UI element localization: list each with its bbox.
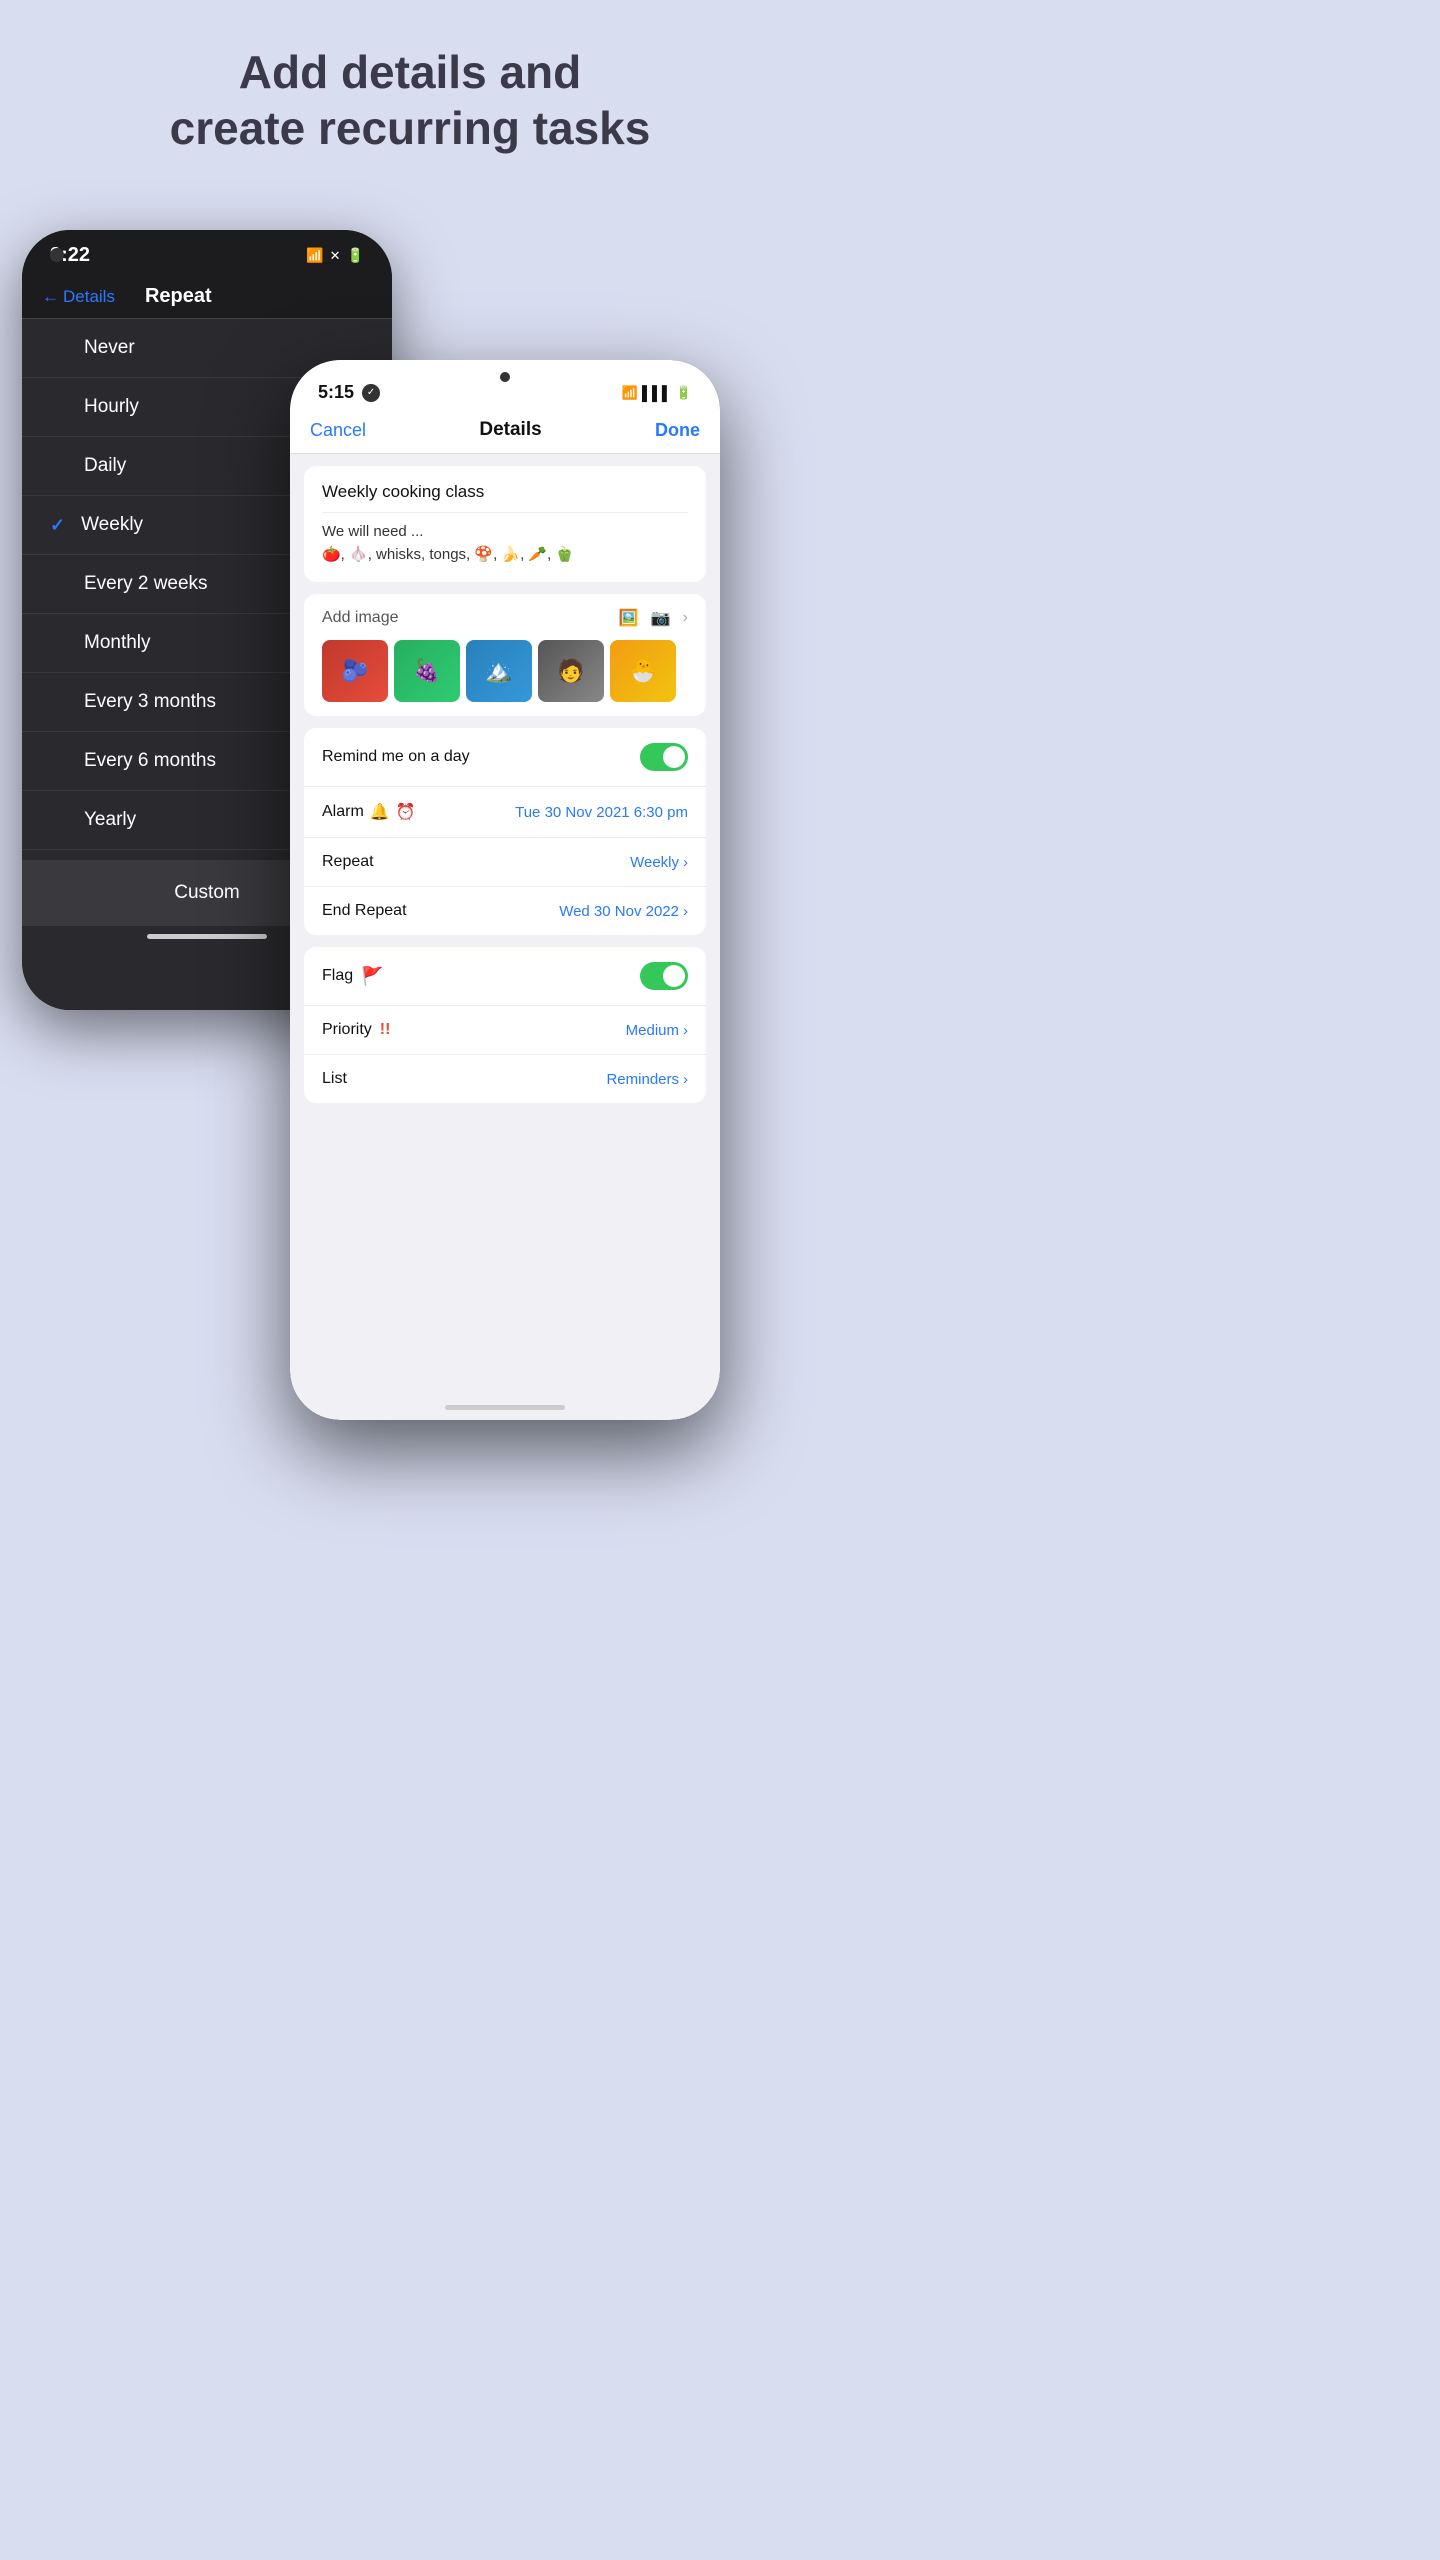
add-image-label: Add image [322,609,399,627]
list-label: List [322,1070,347,1088]
remind-row: Remind me on a day [304,728,706,787]
list-value: Reminders › [606,1071,688,1088]
front-phone-camera [500,372,510,382]
reminder-section: Remind me on a day Alarm 🔔 ⏰ Tue 30 Nov … [304,728,706,935]
thumbnail-1[interactable]: 🫐 [322,640,388,702]
end-repeat-row[interactable]: End Repeat Wed 30 Nov 2022 › [304,887,706,935]
back-arrow-icon: ← [42,287,59,307]
alarm-clock-icon: ⏰ [396,802,416,822]
alarm-row[interactable]: Alarm 🔔 ⏰ Tue 30 Nov 2021 6:30 pm [304,787,706,838]
alarm-value: Tue 30 Nov 2021 6:30 pm [515,804,688,821]
repeat-row-value: Weekly › [630,854,688,871]
flag-icon: 🚩 [361,966,383,987]
task-title-section: Weekly cooking class We will need ...🍅, … [304,466,706,582]
alarm-label: Alarm [322,803,364,821]
image-thumbnails: 🫐 🍇 🏔️ 🧑 🐣 [322,640,688,702]
yearly-label: Yearly [84,809,136,831]
daily-label: Daily [84,455,126,477]
front-signal-bars: ▌▌▌ [642,385,672,401]
task-title[interactable]: Weekly cooking class [322,482,688,502]
flag-priority-section: Flag 🚩 Priority !! Medium › [304,947,706,1103]
front-time: 5:15 [318,382,354,403]
cancel-button[interactable]: Cancel [310,420,366,441]
every3months-label: Every 3 months [84,691,216,713]
signal-icon: ✕ [330,248,341,264]
front-phone: 5:15 ✓ 📶 ▌▌▌ 🔋 Cancel Details Done Weekl… [290,360,720,1420]
priority-label-area: Priority !! [322,1021,390,1039]
image-action-icons: 🖼️ 📷 › [619,608,688,628]
every6months-label: Every 6 months [84,750,216,772]
details-content: Weekly cooking class We will need ...🍅, … [290,454,720,1397]
thumbnail-3[interactable]: 🏔️ [466,640,532,702]
thumbnail-2[interactable]: 🍇 [394,640,460,702]
custom-label: Custom [174,882,239,904]
done-button[interactable]: Done [655,420,700,441]
repeat-chevron: › [683,854,688,871]
task-description[interactable]: We will need ...🍅, 🧄, whisks, tongs, 🍄, … [322,521,688,566]
app-icon: ✓ [362,384,380,402]
back-nav-bar: ← Details Repeat [22,275,392,319]
remind-label: Remind me on a day [322,748,470,766]
hourly-label: Hourly [84,396,139,418]
page-header: Add details and create recurring tasks [0,0,820,184]
monthly-label: Monthly [84,632,151,654]
repeat-row-label: Repeat [322,853,374,871]
details-title: Details [479,419,541,441]
priority-row[interactable]: Priority !! Medium › [304,1006,706,1055]
gallery-icon[interactable]: 🖼️ [619,608,639,628]
end-repeat-value: Wed 30 Nov 2022 › [559,903,688,920]
back-label: Details [63,287,115,307]
checkmark-icon: ✓ [50,515,65,536]
front-nav-bar: Cancel Details Done [290,411,720,454]
battery-icon: 🔋 [347,247,364,264]
back-status-bar: 9:22 📶 ✕ 🔋 [22,230,392,275]
never-label: Never [84,337,135,359]
header-text: Add details and create recurring tasks [170,46,651,154]
home-indicator-back [147,934,267,939]
priority-chevron: › [683,1022,688,1039]
add-image-section: Add image 🖼️ 📷 › 🫐 🍇 🏔️ 🧑 🐣 [304,594,706,716]
front-status-bar: 5:15 ✓ 📶 ▌▌▌ 🔋 [290,360,720,411]
list-row[interactable]: List Reminders › [304,1055,706,1103]
front-status-icons: 📶 ▌▌▌ 🔋 [622,385,692,401]
flag-toggle[interactable] [640,962,688,990]
back-status-icons: 📶 ✕ 🔋 [306,247,364,264]
flag-label-area: Flag 🚩 [322,966,384,987]
remind-toggle[interactable] [640,743,688,771]
priority-value: Medium › [626,1022,688,1039]
front-battery-icon: 🔋 [676,385,692,401]
wifi-icon: 📶 [306,247,323,264]
thumbnail-4[interactable]: 🧑 [538,640,604,702]
end-repeat-label: End Repeat [322,902,407,920]
bell-icon: 🔔 [370,802,390,822]
back-phone-camera [50,248,64,262]
home-indicator-front [445,1405,565,1410]
weekly-label: Weekly [81,514,143,536]
list-chevron: › [683,1071,688,1088]
repeat-row[interactable]: Repeat Weekly › [304,838,706,887]
back-button[interactable]: ← Details [42,287,115,307]
end-repeat-chevron: › [683,903,688,920]
flag-label: Flag [322,967,353,985]
priority-label: Priority [322,1021,372,1039]
thumbnail-5[interactable]: 🐣 [610,640,676,702]
flag-row: Flag 🚩 [304,947,706,1006]
priority-exclaim-icon: !! [380,1021,391,1039]
add-image-chevron[interactable]: › [683,609,688,627]
every2weeks-label: Every 2 weeks [84,573,208,595]
front-wifi-icon: 📶 [622,385,638,401]
camera-icon[interactable]: 📷 [651,608,671,628]
back-screen-title: Repeat [145,285,212,308]
